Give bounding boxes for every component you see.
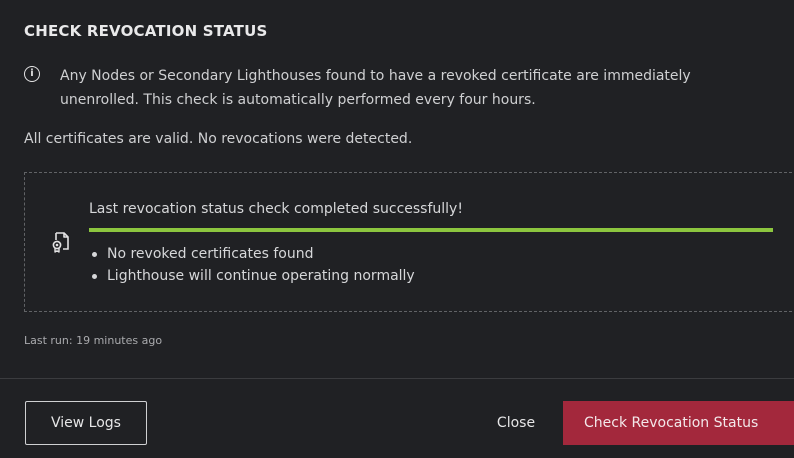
revocation-result-panel: Last revocation status check completed s… <box>24 172 792 312</box>
close-button[interactable]: Close <box>476 401 556 445</box>
info-line-2: unenrolled. This check is automatically … <box>60 92 536 108</box>
info-text: Any Nodes or Secondary Lighthouses found… <box>60 64 794 112</box>
result-list: No revoked certificates found Lighthouse… <box>89 243 415 287</box>
check-revocation-status-button[interactable]: Check Revocation Status <box>563 401 794 445</box>
result-progress-fill <box>89 228 773 232</box>
revocation-dialog: CHECK REVOCATION STATUS i Any Nodes or S… <box>0 0 794 458</box>
certificate-icon <box>52 232 69 253</box>
list-item: No revoked certificates found <box>89 243 415 265</box>
dialog-title: CHECK REVOCATION STATUS <box>24 22 268 40</box>
list-item: Lighthouse will continue operating norma… <box>89 265 415 287</box>
footer-divider <box>0 378 794 379</box>
info-line-1: Any Nodes or Secondary Lighthouses found… <box>60 68 691 84</box>
info-icon: i <box>24 66 40 82</box>
result-heading: Last revocation status check completed s… <box>89 201 463 217</box>
view-logs-button[interactable]: View Logs <box>25 401 147 445</box>
last-run-timestamp: Last run: 19 minutes ago <box>24 334 163 347</box>
result-progress-bar <box>89 228 773 232</box>
validity-status: All certificates are valid. No revocatio… <box>24 131 413 147</box>
